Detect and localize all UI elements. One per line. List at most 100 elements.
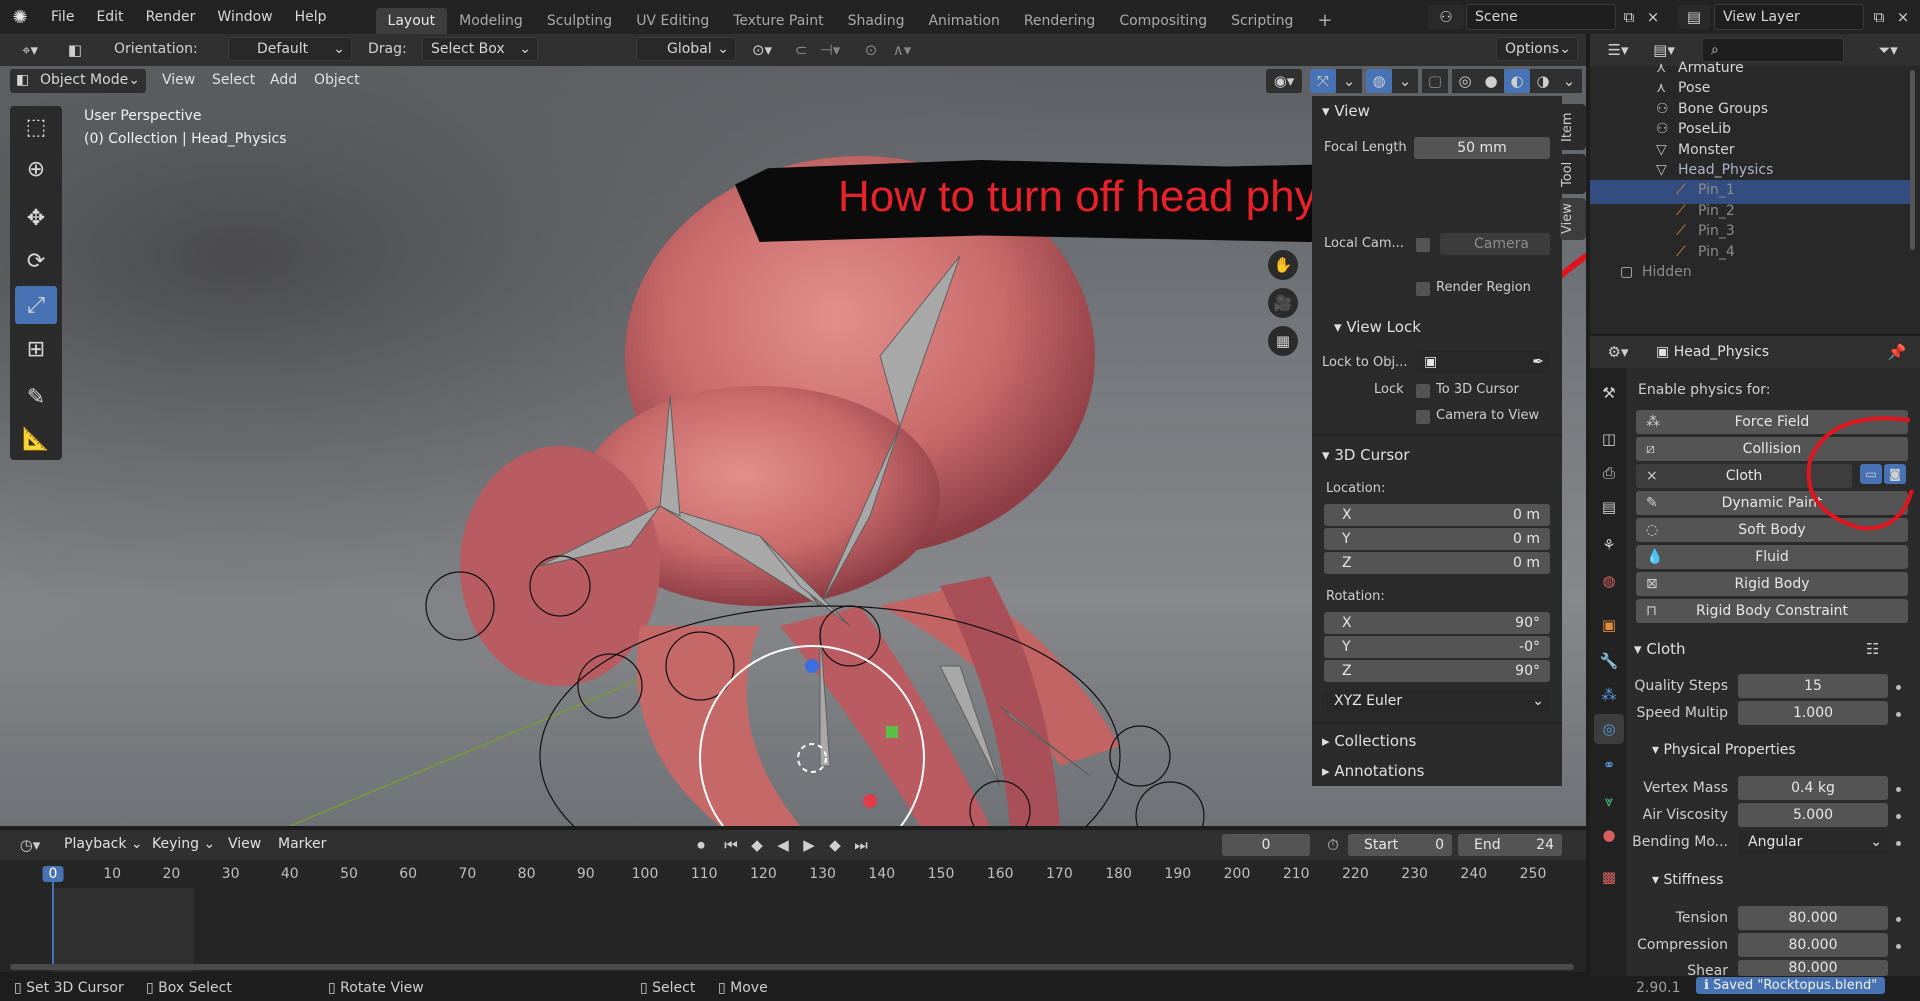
lock-to-object-field[interactable]: ▣ ✒: [1416, 351, 1550, 373]
workspace-tab-compositing[interactable]: Compositing: [1107, 8, 1219, 34]
menu-window[interactable]: Window: [206, 0, 283, 34]
presets-icon[interactable]: ☷: [1866, 640, 1879, 658]
lock-3d-cursor-checkbox[interactable]: [1416, 384, 1430, 398]
jump-end-icon[interactable]: ⏭: [848, 833, 874, 857]
orientation-dropdown[interactable]: Default ⌄: [228, 37, 352, 61]
proportional-edit-icon[interactable]: ⊙: [858, 38, 884, 62]
cursor-rotation-z[interactable]: Z 90°: [1324, 660, 1550, 682]
workspace-tab-modeling[interactable]: Modeling: [447, 8, 535, 34]
measure-tool-icon[interactable]: 📐: [15, 420, 57, 458]
keyframe-dot[interactable]: [1896, 787, 1901, 792]
stopwatch-icon[interactable]: ⏱: [1320, 833, 1346, 857]
sidebar-tab-tool[interactable]: Tool: [1560, 154, 1586, 194]
snap-icon[interactable]: ⊂: [788, 38, 814, 62]
workspace-tab-scripting[interactable]: Scripting: [1219, 8, 1305, 34]
outliner-scrollbar[interactable]: [1910, 70, 1915, 250]
add-workspace-button[interactable]: +: [1305, 8, 1344, 34]
current-frame-field[interactable]: 0: [1222, 834, 1310, 856]
viewport-menu-object[interactable]: Object: [314, 72, 360, 88]
render-tab-icon[interactable]: ◫: [1594, 424, 1624, 454]
timeline-menu-view[interactable]: View: [228, 836, 261, 852]
cursor-location-x[interactable]: X0 m: [1324, 504, 1550, 526]
pin-icon[interactable]: 📌: [1884, 340, 1910, 364]
scene-tab-icon[interactable]: ⚘: [1594, 530, 1624, 560]
section-view-header[interactable]: ▾ View: [1312, 96, 1562, 126]
pan-view-icon[interactable]: ✋: [1268, 250, 1298, 280]
scale-tool-icon[interactable]: ⤢: [15, 286, 57, 324]
workspace-tab-sculpting[interactable]: Sculpting: [535, 8, 624, 34]
shading-wireframe-icon[interactable]: ◎: [1452, 69, 1478, 93]
properties-editor-icon[interactable]: ⚙▾: [1600, 340, 1636, 364]
keyframe-dot[interactable]: [1896, 712, 1901, 717]
texture-tab-icon[interactable]: ▩: [1594, 862, 1624, 892]
move-tool-icon[interactable]: ✥: [15, 199, 57, 237]
timeline-menu-playback[interactable]: Playback ⌄: [64, 836, 143, 852]
sidebar-tab-view[interactable]: View: [1560, 198, 1586, 240]
new-scene-icon[interactable]: ⧉: [1616, 5, 1642, 29]
workspace-tab-shading[interactable]: Shading: [836, 8, 917, 34]
modifier-tab-icon[interactable]: 🔧: [1594, 646, 1624, 676]
ortho-toggle-icon[interactable]: ▦: [1268, 326, 1298, 356]
annotate-tool-icon[interactable]: ✎: [15, 378, 57, 416]
physics-button-fluid[interactable]: 💧 Fluid: [1636, 545, 1908, 569]
mode-dropdown[interactable]: ◧ Object Mode ⌄: [10, 69, 146, 93]
new-view-layer-icon[interactable]: ⧉: [1866, 5, 1892, 29]
speed-multiplier-field[interactable]: 1.000: [1738, 701, 1888, 725]
overlays-dropdown-icon[interactable]: ⌄: [1392, 69, 1418, 93]
focal-length-field[interactable]: 50 mm: [1414, 137, 1550, 159]
workspace-tab-uv-editing[interactable]: UV Editing: [624, 8, 721, 34]
timeline-editor-icon[interactable]: ◷▾: [12, 833, 48, 857]
transform-tool-icon[interactable]: ⊞: [15, 330, 57, 368]
workspace-tab-animation[interactable]: Animation: [916, 8, 1011, 34]
cloth-section-header[interactable]: ▾ Cloth: [1634, 640, 1686, 658]
blender-logo-icon[interactable]: ✺: [0, 7, 40, 28]
compression-field[interactable]: 80.000: [1738, 933, 1888, 957]
tension-field[interactable]: 80.000: [1738, 906, 1888, 930]
gizmo-toggle-icon[interactable]: ⤧: [1310, 69, 1336, 93]
workspace-tab-texture-paint[interactable]: Texture Paint: [721, 8, 835, 34]
workspace-tab-rendering[interactable]: Rendering: [1012, 8, 1108, 34]
timeline-menu-keying[interactable]: Keying ⌄: [152, 836, 215, 852]
camera-view-icon[interactable]: 🎥: [1268, 288, 1298, 318]
section-view-lock-header[interactable]: ▾ View Lock: [1324, 312, 1574, 342]
physics-button-rigid-body-constraint[interactable]: ⊓ Rigid Body Constraint: [1636, 599, 1908, 623]
outliner-item-hidden[interactable]: ▢ Hidden: [1590, 260, 1912, 285]
editor-type-icon[interactable]: ⌖▾: [12, 38, 48, 62]
play-icon[interactable]: ▶: [796, 833, 822, 857]
quality-steps-field[interactable]: 15: [1738, 674, 1888, 698]
keyframe-dot[interactable]: [1896, 944, 1901, 949]
tool-tab-icon[interactable]: ⚒: [1594, 378, 1624, 408]
local-camera-field[interactable]: Camera: [1440, 233, 1550, 255]
menu-file[interactable]: File: [40, 0, 85, 34]
visibility-icon[interactable]: ◉▾: [1266, 69, 1302, 93]
object-tab-icon[interactable]: ▣: [1594, 610, 1624, 640]
xray-icon[interactable]: ▢: [1422, 69, 1448, 93]
play-reverse-icon[interactable]: ◀: [770, 833, 796, 857]
shading-solid-icon[interactable]: ●: [1478, 69, 1504, 93]
stiffness-header[interactable]: ▾ Stiffness: [1652, 872, 1723, 888]
local-camera-checkbox[interactable]: [1416, 238, 1430, 252]
vertex-mass-field[interactable]: 0.4 kg: [1738, 776, 1888, 800]
rotation-mode-dropdown[interactable]: XYZ Euler ⌄: [1324, 690, 1550, 712]
next-keyframe-icon[interactable]: ◆: [822, 833, 848, 857]
rotate-tool-icon[interactable]: ⟳: [15, 242, 57, 280]
falloff-icon[interactable]: ∧▾: [884, 38, 920, 62]
prev-keyframe-icon[interactable]: ◆: [744, 833, 770, 857]
viewport-menu-view[interactable]: View: [162, 72, 195, 88]
bending-model-dropdown[interactable]: Angular ⌄: [1738, 830, 1888, 854]
output-tab-icon[interactable]: ⎙: [1594, 458, 1624, 488]
viewport-menu-add[interactable]: Add: [270, 72, 297, 88]
timeline-scrollbar[interactable]: [10, 964, 1574, 970]
keyframe-dot[interactable]: [1896, 685, 1901, 690]
section-annotations-header[interactable]: ▸ Annotations: [1312, 756, 1562, 786]
overlays-icon[interactable]: ◍: [1366, 69, 1392, 93]
cursor-location-z[interactable]: Z0 m: [1324, 552, 1550, 574]
view-layer-tab-icon[interactable]: ▤: [1594, 492, 1624, 522]
scene-icon[interactable]: ⚇: [1428, 5, 1464, 29]
delete-view-layer-icon[interactable]: ×: [1890, 5, 1916, 29]
world-tab-icon[interactable]: ◍: [1594, 566, 1624, 596]
constraints-tab-icon[interactable]: ⚭: [1594, 750, 1624, 780]
shading-material-icon[interactable]: ◐: [1504, 69, 1530, 93]
shading-dropdown-icon[interactable]: ⌄: [1556, 69, 1582, 93]
record-icon[interactable]: ⏺: [688, 833, 714, 857]
